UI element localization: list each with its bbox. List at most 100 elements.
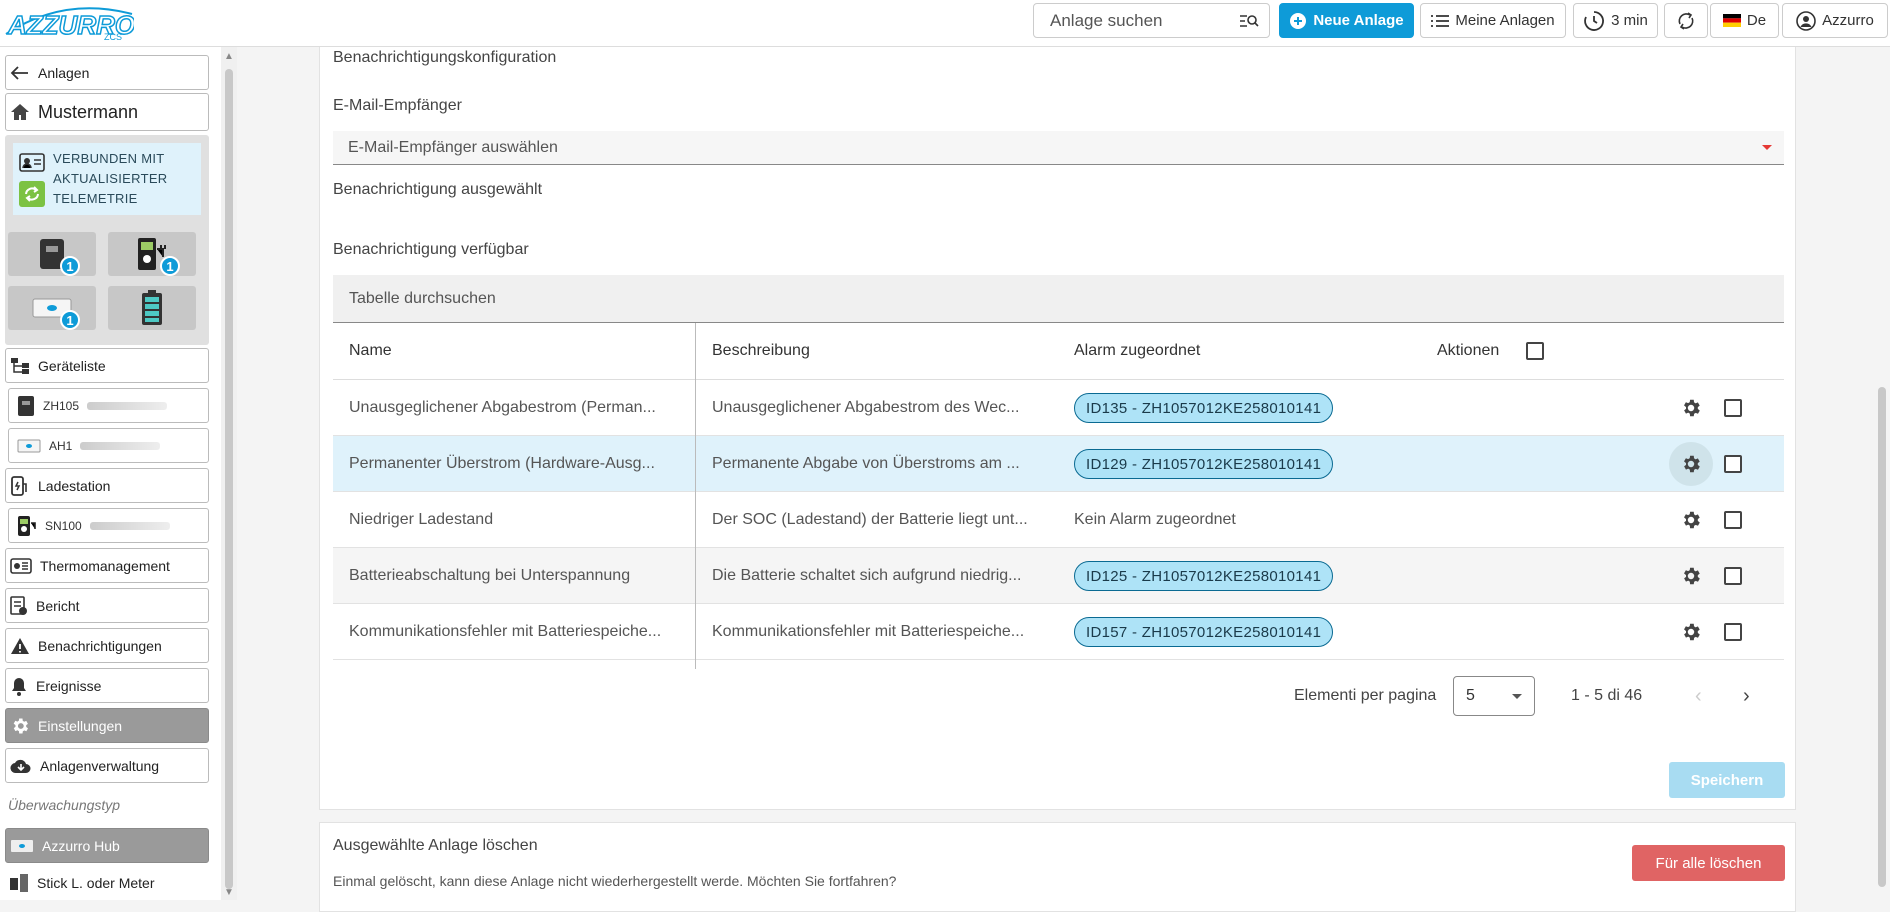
- refresh-button[interactable]: [1664, 3, 1708, 38]
- row-checkbox[interactable]: [1724, 399, 1742, 417]
- header-description[interactable]: Beschreibung: [712, 323, 810, 379]
- alarm-chip[interactable]: ID129 - ZH1057012KE258010141: [1074, 449, 1334, 479]
- new-plant-button[interactable]: Neue Anlage: [1279, 3, 1414, 38]
- scroll-up-icon[interactable]: ▲: [224, 51, 234, 62]
- sidebar-item-inverter[interactable]: ZH105: [8, 388, 209, 423]
- hub-icon: [11, 839, 33, 852]
- azzurro-logo[interactable]: AZZURRO ZCS: [4, 4, 136, 42]
- row-settings-button[interactable]: [1669, 610, 1713, 654]
- sync-icon: [19, 181, 45, 207]
- charging-station-label: Ladestation: [38, 477, 111, 494]
- dropdown-caret-icon: [1762, 145, 1772, 150]
- inverter-device-button[interactable]: 1: [8, 232, 96, 276]
- items-per-page-select[interactable]: 5: [1453, 676, 1535, 716]
- header-alarm[interactable]: Alarm zugeordnet: [1074, 323, 1200, 379]
- table-search-input[interactable]: Tabelle durchsuchen: [333, 275, 1784, 323]
- table-row[interactable]: Unausgeglichener Abgabestrom (Perman... U…: [333, 380, 1784, 436]
- sidebar-item-events[interactable]: Ereignisse: [5, 668, 209, 703]
- language-selector[interactable]: De: [1710, 3, 1779, 38]
- sidebar-item-meter[interactable]: AH1: [8, 428, 209, 463]
- report-label: Bericht: [36, 597, 80, 614]
- row-name: Batterieabschaltung bei Unterspannung: [349, 567, 631, 584]
- row-settings-button[interactable]: [1669, 386, 1713, 430]
- row-settings-button[interactable]: [1669, 498, 1713, 542]
- sidebar-item-thermo[interactable]: Thermomanagement: [5, 548, 209, 583]
- device-list-label: Geräteliste: [38, 357, 106, 374]
- select-all-checkbox[interactable]: [1526, 342, 1544, 360]
- back-to-plants-button[interactable]: Anlagen: [5, 55, 209, 90]
- meter-device-button[interactable]: 1: [8, 286, 96, 330]
- thermo-icon: [10, 557, 32, 574]
- row-description: Unausgeglichener Abgabestrom des Wec...: [712, 399, 1020, 416]
- row-description: Die Batterie schaltet sich aufgrund nied…: [712, 567, 1022, 584]
- warning-icon: [11, 637, 29, 654]
- sidebar: Anlagen Mustermann VERBUNDEN MIT AKTUALI…: [0, 47, 221, 900]
- plant-search-input[interactable]: Anlage suchen: [1033, 3, 1270, 38]
- back-label: Anlagen: [38, 64, 90, 81]
- refresh-interval-button[interactable]: 3 min: [1573, 3, 1658, 38]
- sidebar-item-charging-station[interactable]: Ladestation: [5, 468, 209, 503]
- table-row[interactable]: Permanenter Überstrom (Hardware-Ausg... P…: [333, 436, 1784, 492]
- gear-icon: [1684, 399, 1700, 417]
- sidebar-item-settings[interactable]: Einstellungen: [5, 708, 209, 743]
- sidebar-item-charger[interactable]: SN100: [8, 508, 209, 543]
- sidebar-item-notifications[interactable]: Benachrichtigungen: [5, 628, 209, 663]
- home-icon: [11, 104, 29, 120]
- charger-serial: SN100: [45, 518, 82, 533]
- chevron-right-icon[interactable]: ›: [1743, 685, 1750, 708]
- charger-device-button[interactable]: 1: [108, 232, 196, 276]
- alarm-chip[interactable]: ID125 - ZH1057012KE258010141: [1074, 561, 1334, 591]
- main-scroll-thumb[interactable]: [1878, 387, 1886, 887]
- config-title: Benachrichtigungskonfiguration: [333, 49, 557, 66]
- status-line-2: AKTUALISIERTER: [53, 171, 168, 186]
- battery-icon: [142, 290, 162, 325]
- top-bar: AZZURRO ZCS Anlage suchen Neue Anlage Me…: [0, 0, 1890, 47]
- german-flag-icon: [1722, 14, 1741, 27]
- alarm-chip[interactable]: ID157 - ZH1057012KE258010141: [1074, 617, 1334, 647]
- plant-name-label: Mustermann: [38, 101, 139, 122]
- row-settings-button[interactable]: [1669, 554, 1713, 598]
- save-button[interactable]: Speichern: [1669, 762, 1785, 798]
- sidebar-item-stick[interactable]: Stick L. oder Meter: [5, 865, 209, 900]
- stick-icon: [10, 873, 28, 892]
- user-menu-button[interactable]: Azzurro: [1782, 3, 1888, 38]
- sidebar-item-device-list[interactable]: Geräteliste: [5, 348, 209, 383]
- bell-icon: [12, 677, 26, 696]
- row-settings-button[interactable]: [1669, 442, 1713, 486]
- delete-title: Ausgewählte Anlage löschen: [333, 837, 538, 854]
- row-checkbox[interactable]: [1724, 511, 1742, 529]
- redacted-serial: [87, 401, 168, 410]
- sidebar-item-azzurro-hub[interactable]: Azzurro Hub: [5, 828, 209, 863]
- sidebar-scroll-thumb[interactable]: [225, 69, 233, 889]
- user-label: Azzurro: [1822, 12, 1874, 29]
- user-avatar-icon: [1796, 10, 1816, 31]
- table-row[interactable]: Niedriger Ladestand Der SOC (Ladestand) d…: [333, 492, 1784, 548]
- row-checkbox[interactable]: [1724, 567, 1742, 585]
- table-row[interactable]: Batterieabschaltung bei Unterspannung Die…: [333, 548, 1784, 604]
- battery-device-button[interactable]: [108, 286, 196, 330]
- header-name[interactable]: Name: [349, 323, 392, 379]
- scroll-down-icon[interactable]: ▼: [224, 887, 234, 898]
- ev-charger-icon: [18, 515, 36, 536]
- row-checkbox[interactable]: [1724, 623, 1742, 641]
- chevron-left-icon[interactable]: ‹: [1695, 685, 1702, 708]
- sidebar-scrollbar[interactable]: ▲ ▼: [221, 47, 237, 900]
- sidebar-item-report[interactable]: Bericht: [5, 588, 209, 623]
- row-name: Unausgeglichener Abgabestrom (Perman...: [349, 399, 656, 416]
- main-scrollbar[interactable]: [1874, 47, 1890, 900]
- table-row[interactable]: Kommunikationsfehler mit Batteriespeiche…: [333, 604, 1784, 660]
- row-checkbox[interactable]: [1724, 455, 1742, 473]
- email-recipient-placeholder: E-Mail-Empfänger auswählen: [348, 138, 558, 156]
- delete-for-all-button[interactable]: Für alle löschen: [1632, 845, 1785, 881]
- refresh-interval-label: 3 min: [1611, 12, 1648, 29]
- alarm-chip[interactable]: ID135 - ZH1057012KE258010141: [1074, 393, 1334, 423]
- inverter-count-badge: 1: [60, 256, 80, 276]
- my-plants-button[interactable]: Meine Anlagen: [1420, 3, 1566, 38]
- charger-count-badge: 1: [160, 256, 180, 276]
- selected-notification-label: Benachrichtigung ausgewählt: [333, 181, 543, 198]
- row-description: Kommunikationsfehler mit Batteriespeiche…: [712, 623, 1025, 640]
- sidebar-item-plant-management[interactable]: Anlagenverwaltung: [5, 748, 209, 783]
- page-range: 1 - 5 di 46: [1571, 687, 1643, 704]
- monitoring-type-label: Überwachungstyp: [8, 797, 121, 813]
- email-recipient-select[interactable]: E-Mail-Empfänger auswählen: [333, 131, 1784, 165]
